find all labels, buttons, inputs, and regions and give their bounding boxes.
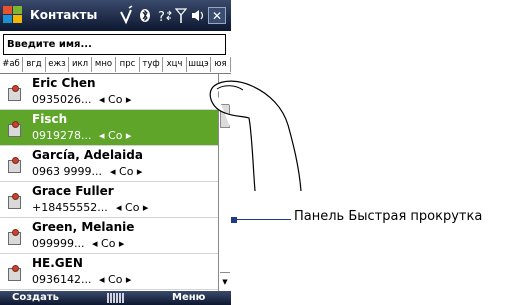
contact-name: Eric Chen [32,76,96,90]
alphabet-tab[interactable]: ежз [46,57,69,72]
contact-number: 0936142... [32,273,92,286]
contact-number: 0963 9999... [32,165,102,178]
contact-method-selector[interactable]: ◂ Co ▸ [99,273,131,286]
speaker-icon[interactable] [190,0,205,31]
callout-line [237,219,291,220]
contact-row[interactable]: Eric Chen 0935026... ◂ Co ▸ [0,74,218,110]
alphabet-tab[interactable]: мно [92,57,116,72]
contact-card-icon [8,229,22,245]
alphabet-tab[interactable]: туф [140,57,163,72]
alphabet-tab[interactable]: юя [211,57,231,72]
quick-scroll-bar[interactable]: ▼ [218,74,231,291]
page-title: Контакты [30,8,98,22]
contact-row[interactable]: Green, Melanie 099999... ◂ Co ▸ [0,218,218,254]
contact-row[interactable]: García, Adelaida 0963 9999... ◂ Co ▸ [0,146,218,182]
alphabet-tab[interactable]: шщэ [187,57,211,72]
phone-screen: Контакты ? ✕ Введите имя... #аб вгд ежз икл… [0,0,231,305]
search-area: Введите имя... [0,31,231,57]
callout-marker [231,217,237,223]
contact-name: Fisch [32,112,68,126]
contact-method-selector[interactable]: ◂ Co ▸ [116,201,148,214]
contact-number: 099999... [32,237,85,250]
alphabet-tab[interactable]: икл [69,57,92,72]
antenna-icon[interactable] [174,0,188,31]
contact-row[interactable]: HE.GEN 0936142... ◂ Co ▸ [0,254,218,290]
close-button[interactable]: ✕ [208,7,226,24]
contact-card-icon [8,85,22,101]
contact-name: HE.GEN [32,256,83,270]
search-input[interactable]: Введите имя... [3,34,226,55]
windows-start-icon[interactable] [3,6,23,25]
contact-card-icon [8,157,22,173]
new-contact-softkey[interactable]: Создать [12,291,59,305]
phone-signal-icon[interactable] [118,0,134,31]
scroll-down-arrow-icon[interactable]: ▼ [220,272,230,291]
contact-method-selector[interactable]: ◂ Co ▸ [92,237,124,250]
contact-name: Green, Melanie [32,220,135,234]
contact-row[interactable]: Fisch 0919278... ◂ Co ▸ [0,110,218,146]
contact-number: 0935026... [32,93,92,106]
contact-card-icon [8,121,22,137]
contact-list: Eric Chen 0935026... ◂ Co ▸ Fisch 0919278...… [0,74,218,291]
data-transfer-icon[interactable]: ? [157,0,173,31]
callout-label: Панель Быстрая прокрутка [294,209,483,224]
alphabet-tab[interactable]: #аб [0,57,23,72]
menu-bar: Создать Меню [0,291,231,305]
alphabet-tabs: #аб вгд ежз икл мно прс туф хцч шщэ юя [0,57,231,74]
alphabet-tab[interactable]: вгд [23,57,46,72]
title-bar: Контакты ? ✕ [0,0,231,31]
scroll-thumb[interactable] [220,104,230,128]
contact-card-icon [8,193,22,209]
svg-text:?: ? [158,10,165,25]
alphabet-tab[interactable]: хцч [163,57,187,72]
contact-name: García, Adelaida [32,148,143,162]
keyboard-icon[interactable] [107,293,125,303]
contact-method-selector[interactable]: ◂ Co ▸ [110,165,142,178]
contact-name: Grace Fuller [32,184,114,198]
contact-card-icon [8,265,22,281]
contact-row[interactable]: Grace Fuller +18455552... ◂ Co ▸ [0,182,218,218]
contact-number: 0919278... [32,129,92,142]
alphabet-tab[interactable]: прс [116,57,140,72]
contact-method-selector[interactable]: ◂ Co ▸ [99,93,131,106]
contact-number: +18455552... [32,201,108,214]
bluetooth-icon[interactable] [138,0,152,31]
menu-softkey[interactable]: Меню [172,291,205,305]
contact-method-selector[interactable]: ◂ Co ▸ [99,129,131,142]
